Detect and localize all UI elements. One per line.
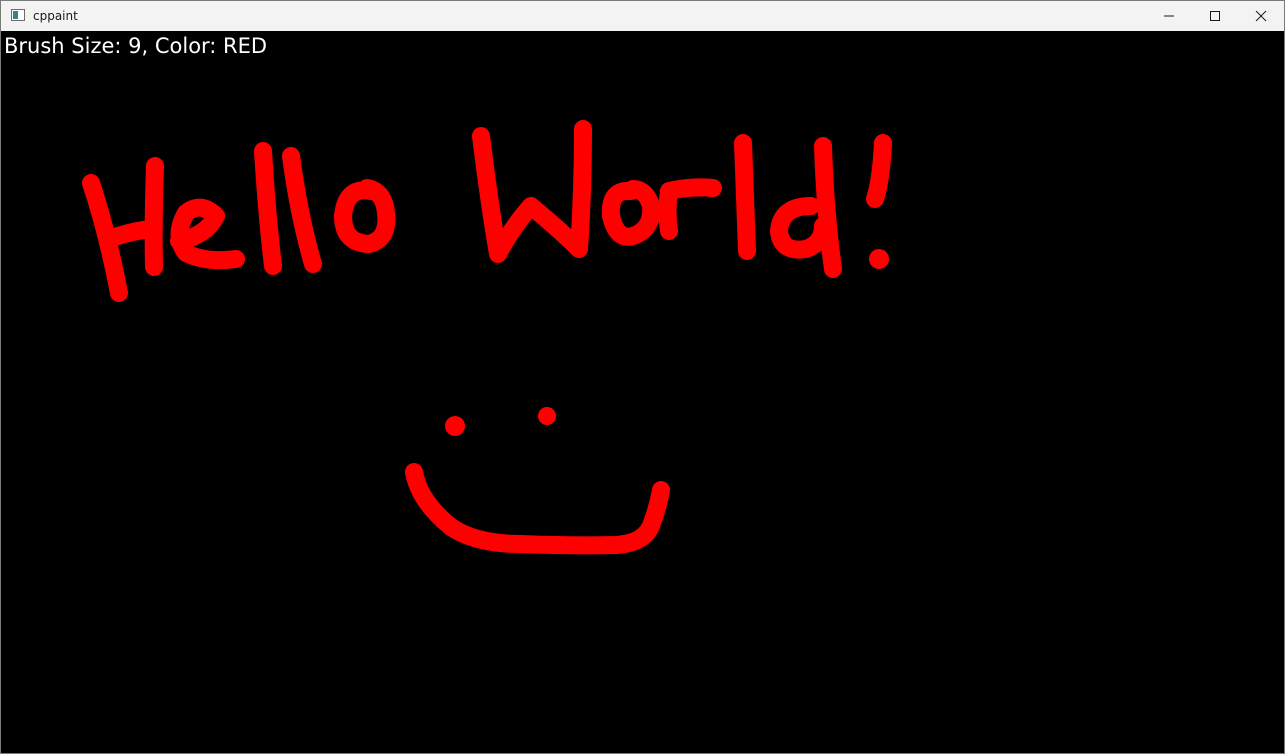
maximize-button[interactable]: [1192, 1, 1238, 31]
stroke-W: [472, 120, 592, 263]
stroke-l2: [282, 147, 322, 273]
smiley-right-eye: [538, 407, 556, 425]
paint-canvas[interactable]: Brush Size: 9, Color: RED: [1, 31, 1284, 753]
drawing-layer: [82, 120, 892, 555]
exclaim-dot: [869, 249, 889, 269]
stroke-exclaim: [866, 134, 892, 208]
maximize-icon: [1210, 11, 1220, 21]
hello-world-strokes: [82, 120, 892, 302]
punctuation-dots: [445, 249, 889, 436]
stroke-o1: [334, 179, 396, 253]
stroke-l3: [734, 134, 756, 260]
minimize-icon: [1164, 15, 1174, 17]
app-window-icon: [11, 9, 25, 21]
close-icon: [1255, 10, 1267, 22]
stroke-d-stem: [814, 137, 842, 278]
stroke-d-bowl: [770, 197, 832, 259]
stroke-l1: [254, 142, 282, 275]
smiley-mouth: [405, 463, 670, 555]
stroke-e: [170, 198, 245, 270]
stroke-o2: [601, 180, 661, 246]
app-window: cppaint Brush Size: 9, Color: RED: [0, 0, 1285, 754]
close-button[interactable]: [1238, 1, 1284, 31]
window-title: cppaint: [33, 9, 78, 23]
minimize-button[interactable]: [1146, 1, 1192, 31]
smiley-left-eye: [445, 416, 465, 436]
stroke-H-bar: [100, 220, 160, 248]
stroke-r: [658, 178, 722, 240]
stroke-H-right: [144, 157, 164, 276]
title-bar[interactable]: cppaint: [1, 1, 1284, 31]
